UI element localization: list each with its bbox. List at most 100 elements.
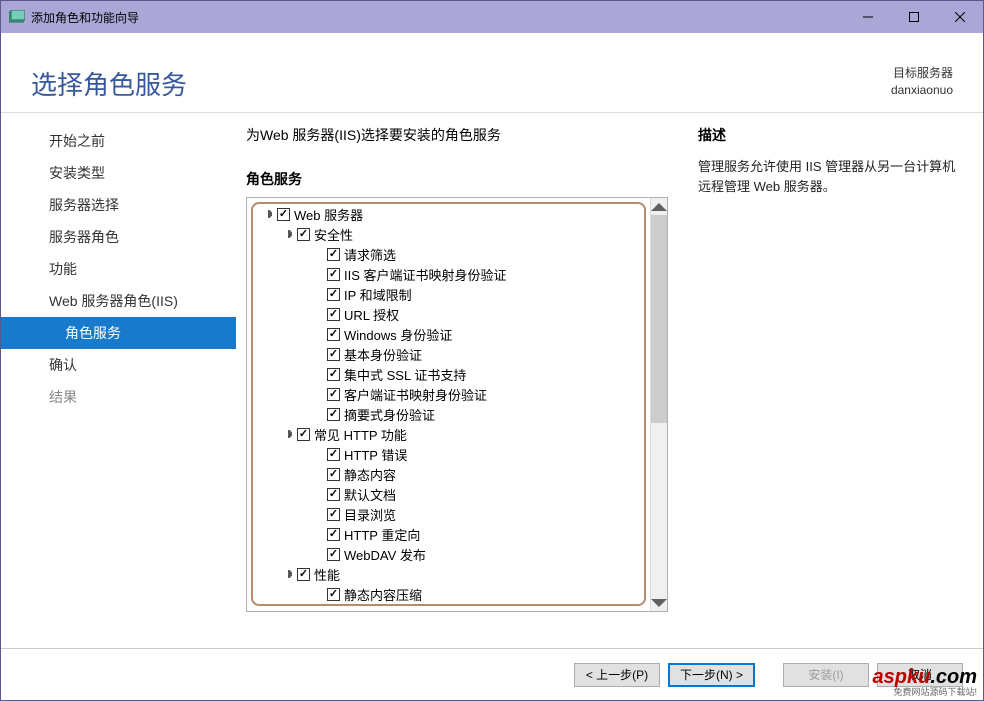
expander-placeholder: [311, 407, 325, 421]
expander-open-icon[interactable]: [281, 227, 295, 241]
tree-checkbox[interactable]: [327, 508, 340, 521]
previous-button[interactable]: < 上一步(P): [574, 663, 660, 687]
tree-node[interactable]: 请求筛选: [251, 244, 646, 264]
tree-checkbox[interactable]: [327, 448, 340, 461]
expander-placeholder: [311, 447, 325, 461]
expander-placeholder: [311, 467, 325, 481]
wizard-step-item[interactable]: 角色服务: [1, 317, 236, 349]
target-server-label: 目标服务器: [891, 65, 953, 82]
tree-node[interactable]: 客户端证书映射身份验证: [251, 384, 646, 404]
role-services-tree[interactable]: Web 服务器安全性请求筛选IIS 客户端证书映射身份验证IP 和域限制URL …: [251, 204, 646, 604]
tree-node[interactable]: HTTP 错误: [251, 444, 646, 464]
tree-node[interactable]: Web 服务器: [251, 204, 646, 224]
expander-placeholder: [311, 247, 325, 261]
scroll-up-arrow-icon[interactable]: [651, 198, 667, 215]
scrollbar-track[interactable]: [651, 423, 667, 594]
install-button[interactable]: 安装(I): [783, 663, 869, 687]
page-header: 选择角色服务 目标服务器 danxiaonuo: [1, 33, 983, 113]
tree-node[interactable]: 静态内容: [251, 464, 646, 484]
titlebar: 添加角色和功能向导: [1, 1, 983, 33]
tree-node[interactable]: 常见 HTTP 功能: [251, 424, 646, 444]
tree-checkbox[interactable]: [327, 528, 340, 541]
tree-node-label: 常见 HTTP 功能: [314, 425, 407, 444]
window-controls: [845, 1, 983, 33]
tree-node[interactable]: 静态内容压缩: [251, 584, 646, 604]
vertical-scrollbar[interactable]: [650, 198, 667, 611]
wizard-step-item[interactable]: 服务器角色: [1, 221, 236, 253]
role-services-tree-container: Web 服务器安全性请求筛选IIS 客户端证书映射身份验证IP 和域限制URL …: [246, 197, 668, 612]
tree-node[interactable]: 基本身份验证: [251, 344, 646, 364]
wizard-step-item[interactable]: 功能: [1, 253, 236, 285]
tree-node[interactable]: 安全性: [251, 224, 646, 244]
tree-checkbox[interactable]: [327, 268, 340, 281]
tree-checkbox[interactable]: [327, 408, 340, 421]
tree-node[interactable]: IP 和域限制: [251, 284, 646, 304]
tree-node[interactable]: HTTP 重定向: [251, 524, 646, 544]
tree-node-label: Web 服务器: [294, 205, 363, 224]
tree-node[interactable]: IIS 客户端证书映射身份验证: [251, 264, 646, 284]
expander-placeholder: [311, 587, 325, 601]
tree-node-label: WebDAV 发布: [344, 545, 426, 564]
expander-placeholder: [311, 547, 325, 561]
tree-checkbox[interactable]: [327, 468, 340, 481]
tree-node-label: 目录浏览: [344, 505, 396, 524]
tree-checkbox[interactable]: [327, 348, 340, 361]
tree-node-label: 默认文档: [344, 485, 396, 504]
expander-placeholder: [311, 327, 325, 341]
tree-viewport: Web 服务器安全性请求筛选IIS 客户端证书映射身份验证IP 和域限制URL …: [247, 198, 650, 611]
tree-node-label: URL 授权: [344, 305, 399, 324]
scrollbar-thumb[interactable]: [651, 215, 667, 423]
expander-open-icon[interactable]: [261, 207, 275, 221]
description-label: 描述: [698, 125, 963, 145]
tree-node[interactable]: 目录浏览: [251, 504, 646, 524]
tree-node-label: 客户端证书映射身份验证: [344, 385, 487, 404]
wizard-step-item[interactable]: 服务器选择: [1, 189, 236, 221]
target-server-info: 目标服务器 danxiaonuo: [891, 65, 953, 99]
scroll-down-arrow-icon[interactable]: [651, 594, 667, 611]
tree-checkbox[interactable]: [327, 388, 340, 401]
cancel-button[interactable]: 取消: [877, 663, 963, 687]
expander-placeholder: [311, 307, 325, 321]
tree-checkbox[interactable]: [297, 428, 310, 441]
tree-checkbox[interactable]: [327, 488, 340, 501]
tree-checkbox[interactable]: [327, 548, 340, 561]
next-button[interactable]: 下一步(N) >: [668, 663, 755, 687]
tree-checkbox[interactable]: [327, 308, 340, 321]
tree-node[interactable]: 默认文档: [251, 484, 646, 504]
maximize-button[interactable]: [891, 1, 937, 33]
wizard-step-item[interactable]: 确认: [1, 349, 236, 381]
tree-node[interactable]: 集中式 SSL 证书支持: [251, 364, 646, 384]
tree-node-label: 请求筛选: [344, 245, 396, 264]
tree-checkbox[interactable]: [297, 568, 310, 581]
tree-node[interactable]: Windows 身份验证: [251, 324, 646, 344]
tree-node-label: Windows 身份验证: [344, 325, 452, 344]
tree-node-label: IP 和域限制: [344, 285, 412, 304]
wizard-step-item[interactable]: 开始之前: [1, 125, 236, 157]
role-services-column: 为Web 服务器(IIS)选择要安装的角色服务 角色服务 Web 服务器安全性请…: [246, 125, 668, 633]
tree-node-label: 安全性: [314, 225, 353, 244]
expander-placeholder: [311, 367, 325, 381]
tree-checkbox[interactable]: [327, 368, 340, 381]
expander-placeholder: [311, 387, 325, 401]
tree-checkbox[interactable]: [327, 248, 340, 261]
tree-node[interactable]: 摘要式身份验证: [251, 404, 646, 424]
tree-node[interactable]: WebDAV 发布: [251, 544, 646, 564]
tree-node[interactable]: 性能: [251, 564, 646, 584]
expander-open-icon[interactable]: [281, 567, 295, 581]
expander-placeholder: [311, 347, 325, 361]
tree-checkbox[interactable]: [277, 208, 290, 221]
minimize-button[interactable]: [845, 1, 891, 33]
close-button[interactable]: [937, 1, 983, 33]
app-icon: [9, 10, 25, 24]
tree-node-label: 摘要式身份验证: [344, 405, 435, 424]
wizard-step-item[interactable]: 安装类型: [1, 157, 236, 189]
tree-checkbox[interactable]: [327, 588, 340, 601]
tree-node[interactable]: URL 授权: [251, 304, 646, 324]
wizard-step-item[interactable]: Web 服务器角色(IIS): [1, 285, 236, 317]
tree-checkbox[interactable]: [327, 328, 340, 341]
tree-checkbox[interactable]: [297, 228, 310, 241]
tree-node-label: HTTP 错误: [344, 445, 407, 464]
expander-open-icon[interactable]: [281, 427, 295, 441]
main-area: 开始之前安装类型服务器选择服务器角色功能Web 服务器角色(IIS)角色服务确认…: [1, 113, 983, 633]
tree-checkbox[interactable]: [327, 288, 340, 301]
